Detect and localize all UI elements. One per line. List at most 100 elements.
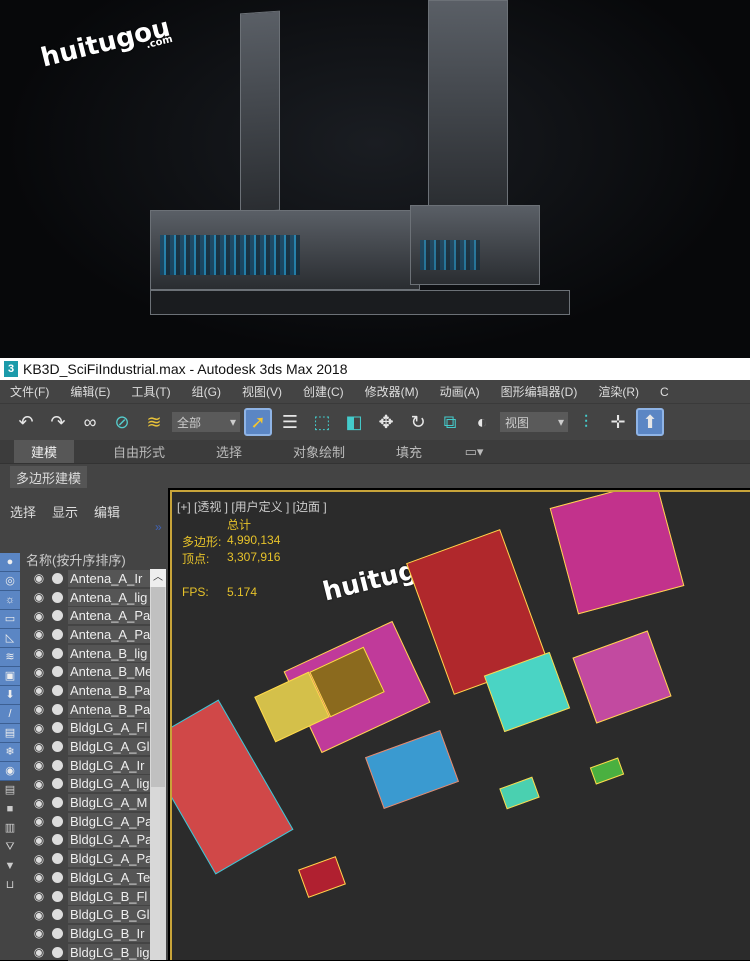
menu-more[interactable]: C xyxy=(660,385,669,399)
visibility-eye-icon[interactable]: ◉ xyxy=(30,740,48,754)
visibility-eye-icon[interactable]: ◉ xyxy=(30,870,48,884)
frozen-filter-icon[interactable]: ❄ xyxy=(0,743,20,762)
cameras-filter-icon[interactable]: ▭ xyxy=(0,610,20,629)
list-item[interactable]: ◉ Antena_A_Ir xyxy=(30,569,150,588)
visibility-eye-icon[interactable]: ◉ xyxy=(30,758,48,772)
list-item[interactable]: ◉ BldgLG_A_Ir xyxy=(30,756,150,775)
freeze-toggle-icon[interactable] xyxy=(52,946,63,958)
containers-filter-icon[interactable]: ▤ xyxy=(0,724,20,743)
list-item[interactable]: ◉ BldgLG_A_lig xyxy=(30,775,150,794)
visibility-eye-icon[interactable]: ◉ xyxy=(30,646,48,660)
list-item[interactable]: ◉ Antena_B_lig xyxy=(30,644,150,663)
visibility-eye-icon[interactable]: ◉ xyxy=(30,571,48,585)
list-item[interactable]: ◉ BldgLG_A_Pa xyxy=(30,831,150,850)
list-item[interactable]: ◉ BldgLG_B_Ir xyxy=(30,924,150,943)
visibility-eye-icon[interactable]: ◉ xyxy=(30,683,48,697)
freeze-toggle-icon[interactable] xyxy=(52,834,63,846)
undo-icon[interactable]: ↶ xyxy=(12,408,40,436)
scale-icon[interactable]: ⧉ xyxy=(436,408,464,436)
display-all-icon[interactable]: ▤ xyxy=(0,781,20,800)
select-by-name-icon[interactable]: ☰ xyxy=(276,408,304,436)
list-item[interactable]: ◉ BldgLG_A_Fl xyxy=(30,719,150,738)
scene-object[interactable] xyxy=(499,776,540,810)
freeze-toggle-icon[interactable] xyxy=(52,797,63,809)
visibility-eye-icon[interactable]: ◉ xyxy=(30,590,48,604)
selection-filter-dropdown[interactable]: 全部 ▾ xyxy=(172,412,240,432)
visibility-eye-icon[interactable]: ◉ xyxy=(30,889,48,903)
select-object-icon[interactable]: ➚ xyxy=(244,408,272,436)
tab-selection[interactable]: 选择 xyxy=(184,440,274,463)
keyboard-shortcut-toggle-icon[interactable]: ⬆ xyxy=(636,408,664,436)
freeze-toggle-icon[interactable] xyxy=(52,815,63,827)
menu-rendering[interactable]: 渲染(R) xyxy=(598,383,639,400)
list-scrollbar[interactable]: ︿ xyxy=(150,569,166,960)
perspective-viewport[interactable]: [+] [透视 ] [用户定义 ] [边面 ] 总计 多边形: 4,990,13… xyxy=(170,490,750,960)
freeze-toggle-icon[interactable] xyxy=(52,927,63,939)
unlink-icon[interactable]: ⊘ xyxy=(108,408,136,436)
freeze-toggle-icon[interactable] xyxy=(52,666,63,678)
visibility-eye-icon[interactable]: ◉ xyxy=(30,627,48,641)
placement-icon[interactable]: ◐ xyxy=(468,408,496,436)
spacewarps-filter-icon[interactable]: ≋ xyxy=(0,648,20,667)
ribbon-options-icon[interactable]: ▭▾ xyxy=(454,442,494,462)
scene-object[interactable] xyxy=(572,630,672,724)
menu-file[interactable]: 文件(F) xyxy=(10,383,49,400)
explorer-menu-select[interactable]: 选择 xyxy=(10,502,36,521)
tab-object-paint[interactable]: 对象绘制 xyxy=(274,440,364,463)
visibility-eye-icon[interactable]: ◉ xyxy=(30,721,48,735)
freeze-toggle-icon[interactable] xyxy=(52,722,63,734)
display-none-icon[interactable]: ■ xyxy=(0,800,20,819)
list-item[interactable]: ◉ Antena_A_Pa xyxy=(30,606,150,625)
list-item[interactable]: ◉ BldgLG_B_Gl xyxy=(30,905,150,924)
visibility-eye-icon[interactable]: ◉ xyxy=(30,777,48,791)
list-item[interactable]: ◉ BldgLG_A_Gl xyxy=(30,737,150,756)
list-item[interactable]: ◉ BldgLG_B_Fl xyxy=(30,887,150,906)
visibility-eye-icon[interactable]: ◉ xyxy=(30,926,48,940)
name-column-header[interactable]: 名称(按升序排序) xyxy=(26,550,126,569)
filter-icon[interactable]: ▼ xyxy=(0,857,20,876)
window-crossing-icon[interactable]: ◧ xyxy=(340,408,368,436)
list-item[interactable]: ◉ BldgLG_A_Pa xyxy=(30,812,150,831)
visibility-eye-icon[interactable]: ◉ xyxy=(30,702,48,716)
hidden-filter-icon[interactable]: ◉ xyxy=(0,762,20,781)
scene-object[interactable] xyxy=(298,856,346,898)
link-icon[interactable]: ∞ xyxy=(76,408,104,436)
scene-object[interactable] xyxy=(549,492,685,615)
helpers-filter-icon[interactable]: ◺ xyxy=(0,629,20,648)
reference-coordinate-dropdown[interactable]: 视图 ▾ xyxy=(500,412,568,432)
visibility-eye-icon[interactable]: ◉ xyxy=(30,833,48,847)
filter-settings-icon[interactable]: ⛛ xyxy=(0,838,20,857)
shapes-filter-icon[interactable]: ◎ xyxy=(0,572,20,591)
move-icon[interactable]: ✥ xyxy=(372,408,400,436)
bones-filter-icon[interactable]: / xyxy=(0,705,20,724)
visibility-eye-icon[interactable]: ◉ xyxy=(30,908,48,922)
freeze-toggle-icon[interactable] xyxy=(52,703,63,715)
freeze-toggle-icon[interactable] xyxy=(52,591,63,603)
rect-selection-icon[interactable]: ⬚ xyxy=(308,408,336,436)
freeze-toggle-icon[interactable] xyxy=(52,778,63,790)
bind-spacewarp-icon[interactable]: ≋ xyxy=(140,408,168,436)
scene-object[interactable] xyxy=(589,757,625,785)
menu-edit[interactable]: 编辑(E) xyxy=(70,383,110,400)
freeze-toggle-icon[interactable] xyxy=(52,572,63,584)
freeze-toggle-icon[interactable] xyxy=(52,684,63,696)
tab-freeform[interactable]: 自由形式 xyxy=(94,440,184,463)
visibility-eye-icon[interactable]: ◉ xyxy=(30,796,48,810)
freeze-toggle-icon[interactable] xyxy=(52,647,63,659)
visibility-eye-icon[interactable]: ◉ xyxy=(30,852,48,866)
list-item[interactable]: ◉ BldgLG_A_Te xyxy=(30,868,150,887)
list-item[interactable]: ◉ Antena_B_Me xyxy=(30,662,150,681)
viewport-label[interactable]: [+] [透视 ] [用户定义 ] [边面 ] xyxy=(177,498,327,515)
redo-icon[interactable]: ↷ xyxy=(44,408,72,436)
polygon-modeling-tab[interactable]: 多边形建模 xyxy=(10,466,88,489)
tab-modeling[interactable]: 建模 xyxy=(14,440,74,463)
visibility-eye-icon[interactable]: ◉ xyxy=(30,609,48,623)
freeze-toggle-icon[interactable] xyxy=(52,909,63,921)
menu-tools[interactable]: 工具(T) xyxy=(131,383,170,400)
list-item[interactable]: ◉ BldgLG_A_Pa xyxy=(30,849,150,868)
explorer-menu-display[interactable]: 显示 xyxy=(52,502,78,521)
scene-object[interactable] xyxy=(365,729,459,810)
lights-filter-icon[interactable]: ☼ xyxy=(0,591,20,610)
explorer-menu-edit[interactable]: 编辑 xyxy=(94,502,120,521)
menu-create[interactable]: 创建(C) xyxy=(303,383,344,400)
